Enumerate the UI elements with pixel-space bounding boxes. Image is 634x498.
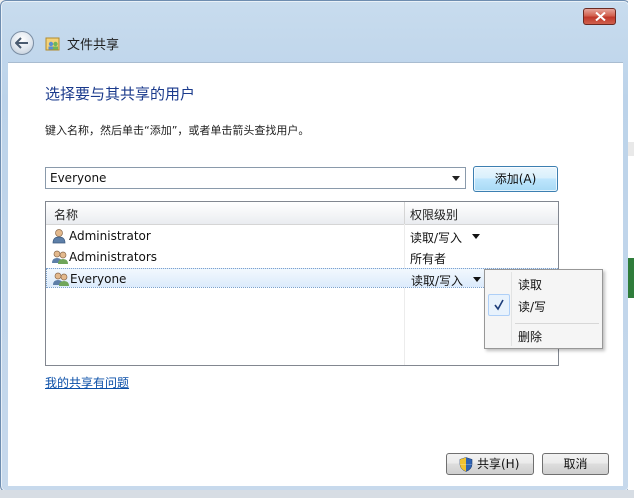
group-icon bbox=[53, 272, 69, 286]
background-element bbox=[628, 142, 634, 156]
row-user-name: Everyone bbox=[70, 272, 127, 286]
menu-separator bbox=[515, 323, 599, 324]
sharing-help-link[interactable]: 我的共享有问题 bbox=[45, 374, 129, 391]
row-permission[interactable]: 读取/写入 bbox=[411, 272, 463, 289]
permission-dropdown-icon[interactable] bbox=[473, 277, 481, 282]
users-permission-list: 名称 权限级别 Administrator 读取/写入 Administrato… bbox=[45, 201, 559, 366]
menu-gutter bbox=[511, 272, 512, 346]
table-row[interactable]: Administrators 所有者 bbox=[46, 247, 558, 267]
share-button-label: 共享(H) bbox=[477, 457, 520, 471]
column-header-permission[interactable]: 权限级别 bbox=[410, 206, 458, 223]
menu-item-read-write[interactable]: 读/写 bbox=[518, 298, 546, 315]
table-row-selected[interactable]: Everyone 读取/写入 bbox=[46, 268, 558, 288]
back-arrow-icon bbox=[15, 37, 28, 49]
dialog-content: 选择要与其共享的用户 键入名称，然后单击“添加”，或者单击箭头查找用户。 Eve… bbox=[8, 62, 623, 486]
page-title: 选择要与其共享的用户 bbox=[45, 85, 196, 103]
background-element bbox=[628, 258, 634, 298]
file-sharing-window: 文件共享 选择要与其共享的用户 键入名称，然后单击“添加”，或者单击箭头查找用户… bbox=[0, 0, 630, 492]
instructions-text: 键入名称，然后单击“添加”，或者单击箭头查找用户。 bbox=[45, 124, 310, 137]
background-window-edge bbox=[628, 0, 634, 498]
menu-item-remove[interactable]: 删除 bbox=[518, 328, 542, 345]
row-user-name: Administrator bbox=[69, 229, 151, 243]
checkmark-icon bbox=[494, 299, 504, 311]
list-header: 名称 权限级别 bbox=[46, 202, 558, 225]
checkmark-highlight bbox=[488, 294, 510, 316]
row-user-name: Administrators bbox=[69, 250, 158, 264]
window-title: 文件共享 bbox=[67, 38, 120, 53]
group-icon bbox=[52, 250, 68, 264]
permission-dropdown-icon[interactable] bbox=[472, 234, 480, 239]
close-button[interactable] bbox=[583, 8, 616, 25]
share-button[interactable]: 共享(H) bbox=[446, 453, 534, 475]
close-icon bbox=[595, 12, 606, 21]
user-name-combobox[interactable]: Everyone bbox=[45, 167, 466, 189]
add-button[interactable]: 添加(A) bbox=[473, 166, 558, 192]
menu-item-read[interactable]: 读取 bbox=[518, 276, 542, 293]
column-header-name[interactable]: 名称 bbox=[54, 206, 78, 223]
file-share-icon bbox=[45, 37, 60, 51]
background-taskbar-edge bbox=[0, 490, 634, 498]
permission-context-menu: 读取 读/写 删除 bbox=[484, 269, 603, 349]
dropdown-arrow-icon[interactable] bbox=[452, 176, 460, 181]
column-divider[interactable] bbox=[404, 202, 405, 224]
table-row[interactable]: Administrator 读取/写入 bbox=[46, 226, 558, 246]
cancel-button[interactable]: 取消 bbox=[542, 453, 609, 475]
row-permission[interactable]: 读取/写入 bbox=[410, 229, 462, 246]
back-button[interactable] bbox=[10, 31, 34, 55]
user-icon bbox=[52, 229, 66, 244]
uac-shield-icon bbox=[459, 457, 473, 472]
row-permission: 所有者 bbox=[410, 252, 447, 266]
user-name-input-value[interactable]: Everyone bbox=[50, 171, 106, 185]
